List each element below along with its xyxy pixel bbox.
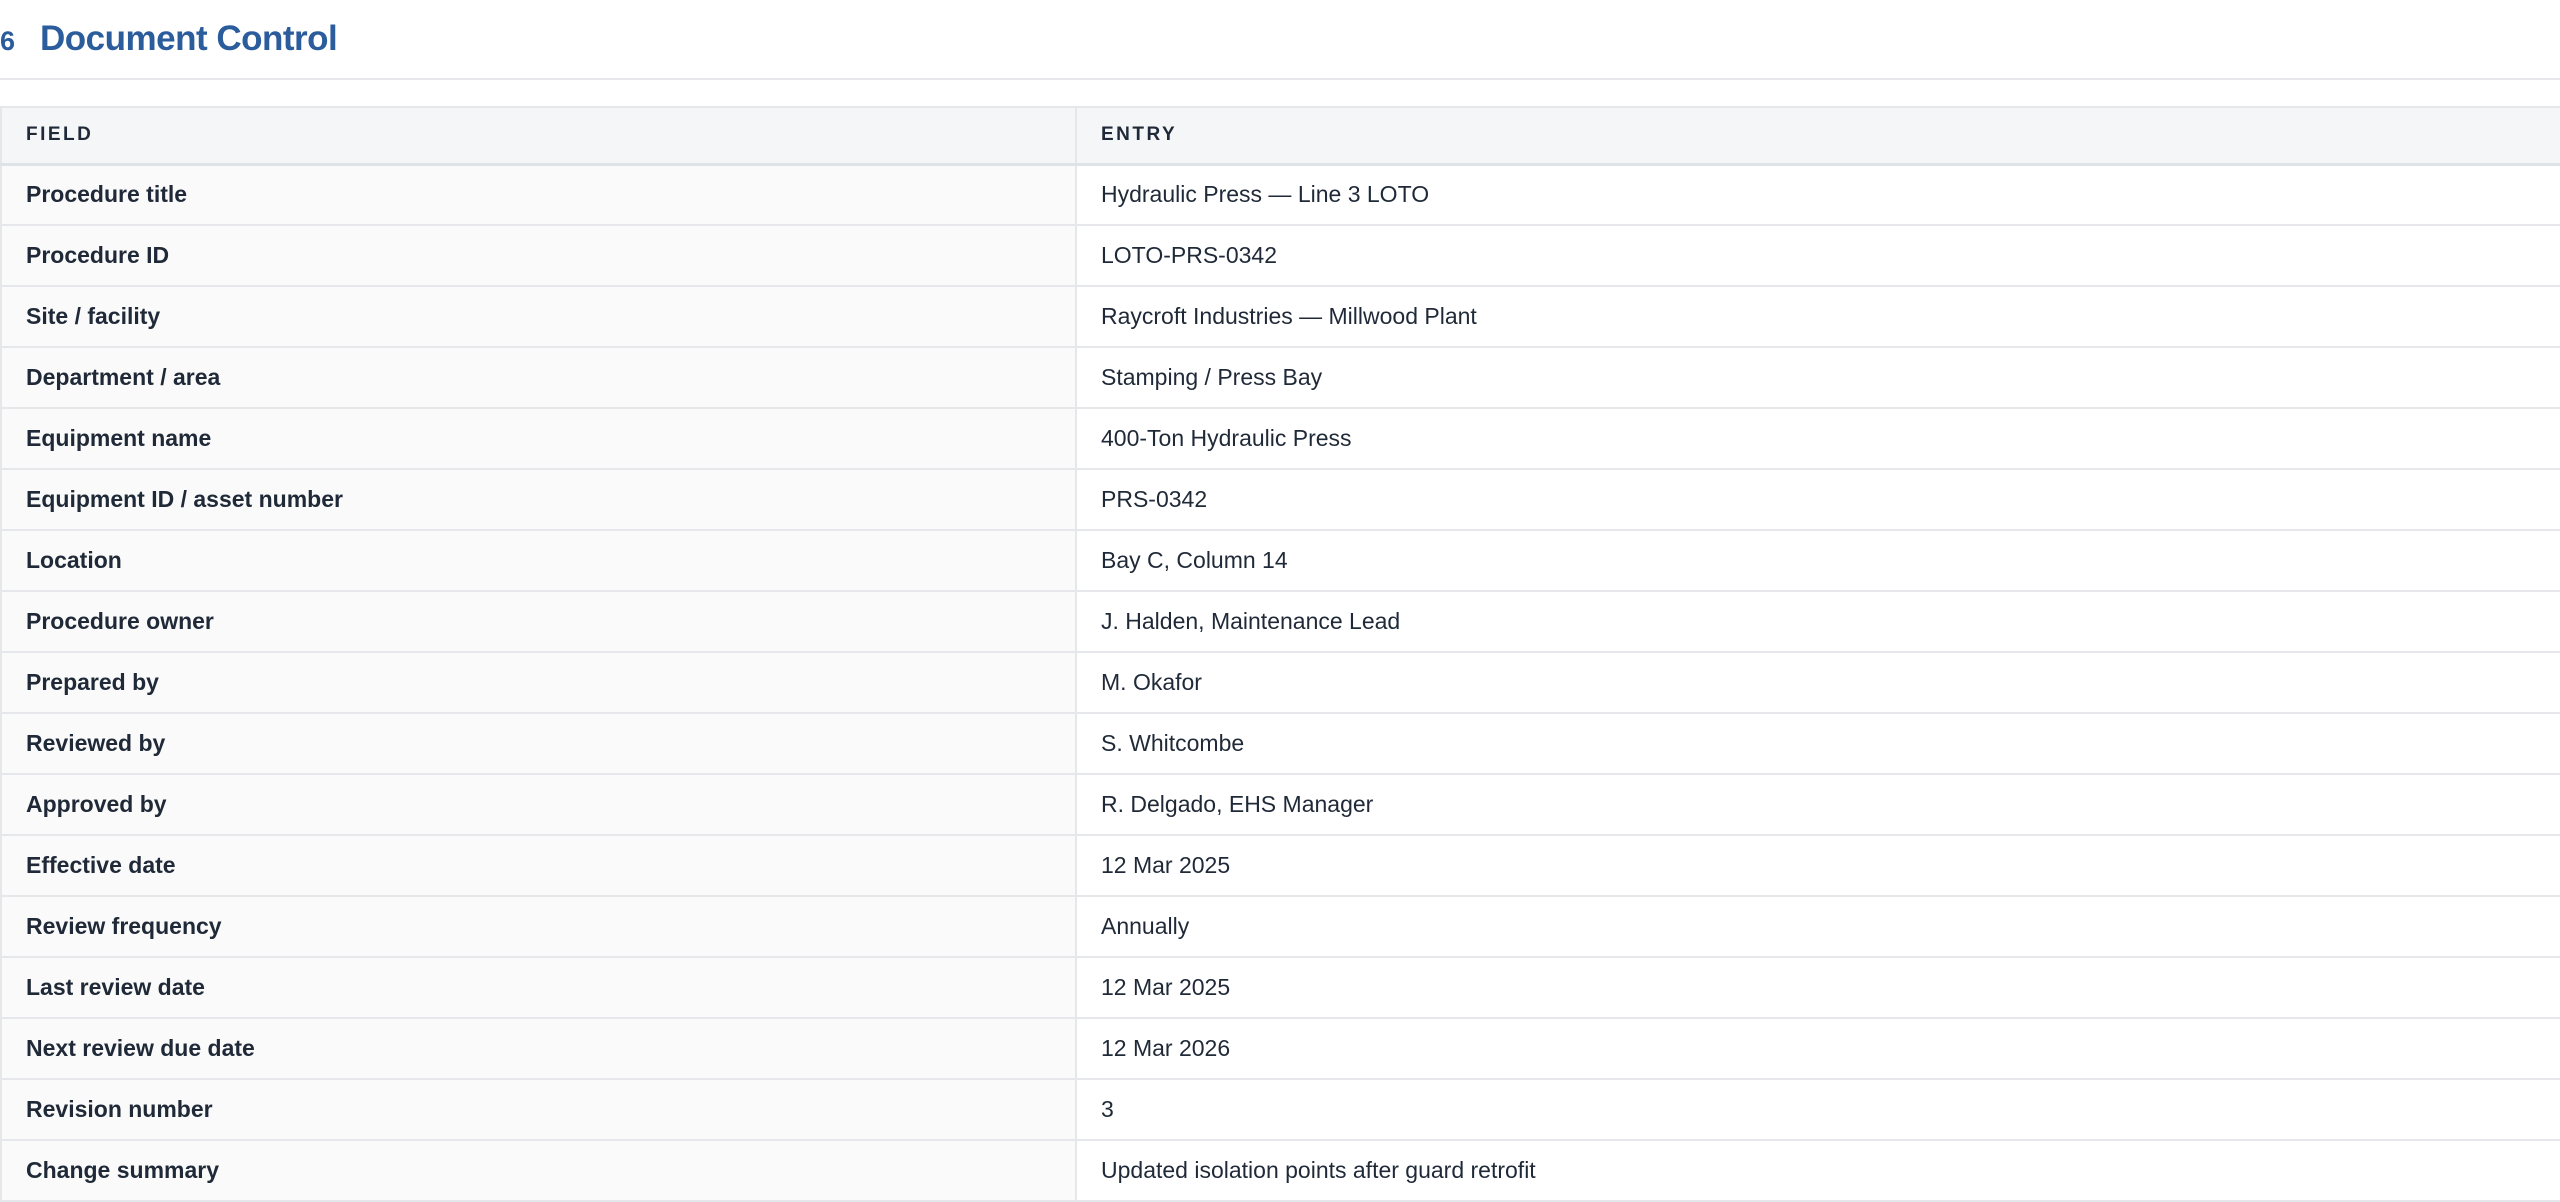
table-row: Effective date 12 Mar 2025 bbox=[0, 834, 2560, 897]
field-label-cell: Approved by bbox=[0, 773, 1077, 836]
field-label-cell: Change summary bbox=[0, 1139, 1077, 1202]
section-title: Document Control bbox=[40, 19, 338, 58]
field-label-cell: Procedure title bbox=[0, 163, 1077, 226]
table-row: Department / area Stamping / Press Bay bbox=[0, 346, 2560, 409]
column-header-entry: ENTRY bbox=[1075, 106, 2560, 166]
entry-value-cell: Raycroft Industries — Millwood Plant bbox=[1075, 285, 2560, 348]
entry-value-cell: Hydraulic Press — Line 3 LOTO bbox=[1075, 163, 2560, 226]
field-label-cell: Last review date bbox=[0, 956, 1077, 1019]
entry-value-cell: 12 Mar 2025 bbox=[1075, 956, 2560, 1019]
table-body: Procedure title Hydraulic Press — Line 3 … bbox=[0, 163, 2560, 1202]
field-label-cell: Equipment ID / asset number bbox=[0, 468, 1077, 531]
field-label-cell: Effective date bbox=[0, 834, 1077, 897]
entry-value-cell: Updated isolation points after guard ret… bbox=[1075, 1139, 2560, 1202]
entry-value-cell: S. Whitcombe bbox=[1075, 712, 2560, 775]
table-row: Procedure title Hydraulic Press — Line 3 … bbox=[0, 163, 2560, 226]
entry-value-cell: R. Delgado, EHS Manager bbox=[1075, 773, 2560, 836]
table-header-row: FIELD ENTRY bbox=[0, 106, 2560, 166]
table-row: Next review due date 12 Mar 2026 bbox=[0, 1017, 2560, 1080]
entry-value-cell: 12 Mar 2026 bbox=[1075, 1017, 2560, 1080]
table-row: Equipment ID / asset number PRS-0342 bbox=[0, 468, 2560, 531]
document-control-table-container: FIELD ENTRY Procedure title Hydraulic Pre… bbox=[0, 106, 2560, 1202]
table-row: Site / facility Raycroft Industries — Mil… bbox=[0, 285, 2560, 348]
field-label-cell: Location bbox=[0, 529, 1077, 592]
column-header-field: FIELD bbox=[0, 106, 1077, 166]
table-row: Prepared by M. Okafor bbox=[0, 651, 2560, 714]
field-label-cell: Equipment name bbox=[0, 407, 1077, 470]
field-label-cell: Next review due date bbox=[0, 1017, 1077, 1080]
table-row: Procedure owner J. Halden, Maintenance Le… bbox=[0, 590, 2560, 653]
entry-value-cell: Bay C, Column 14 bbox=[1075, 529, 2560, 592]
entry-value-cell: Stamping / Press Bay bbox=[1075, 346, 2560, 409]
entry-value-cell: M. Okafor bbox=[1075, 651, 2560, 714]
field-label-cell: Department / area bbox=[0, 346, 1077, 409]
entry-value-cell: 3 bbox=[1075, 1078, 2560, 1141]
table-header: FIELD ENTRY bbox=[0, 106, 2560, 166]
entry-value-cell: 400-Ton Hydraulic Press bbox=[1075, 407, 2560, 470]
entry-value-cell: J. Halden, Maintenance Lead bbox=[1075, 590, 2560, 653]
field-label-cell: Site / facility bbox=[0, 285, 1077, 348]
table-row: Revision number 3 bbox=[0, 1078, 2560, 1141]
table-row: Location Bay C, Column 14 bbox=[0, 529, 2560, 592]
table-row: Reviewed by S. Whitcombe bbox=[0, 712, 2560, 775]
field-label-cell: Procedure ID bbox=[0, 224, 1077, 287]
field-label-cell: Prepared by bbox=[0, 651, 1077, 714]
table-row: Approved by R. Delgado, EHS Manager bbox=[0, 773, 2560, 836]
entry-value-cell: PRS-0342 bbox=[1075, 468, 2560, 531]
table-row: Last review date 12 Mar 2025 bbox=[0, 956, 2560, 1019]
table-row: Change summary Updated isolation points a… bbox=[0, 1139, 2560, 1202]
entry-value-cell: LOTO-PRS-0342 bbox=[1075, 224, 2560, 287]
entry-value-cell: 12 Mar 2025 bbox=[1075, 834, 2560, 897]
field-label-cell: Revision number bbox=[0, 1078, 1077, 1141]
table-row: Procedure ID LOTO-PRS-0342 bbox=[0, 224, 2560, 287]
document-control-table: FIELD ENTRY Procedure title Hydraulic Pre… bbox=[0, 106, 2560, 1202]
field-label-cell: Reviewed by bbox=[0, 712, 1077, 775]
field-label-cell: Review frequency bbox=[0, 895, 1077, 958]
section-header: 6 Document Control bbox=[0, 0, 2560, 80]
table-row: Review frequency Annually bbox=[0, 895, 2560, 958]
table-row: Equipment name 400-Ton Hydraulic Press bbox=[0, 407, 2560, 470]
field-label-cell: Procedure owner bbox=[0, 590, 1077, 653]
section-number: 6 bbox=[0, 25, 16, 56]
entry-value-cell: Annually bbox=[1075, 895, 2560, 958]
